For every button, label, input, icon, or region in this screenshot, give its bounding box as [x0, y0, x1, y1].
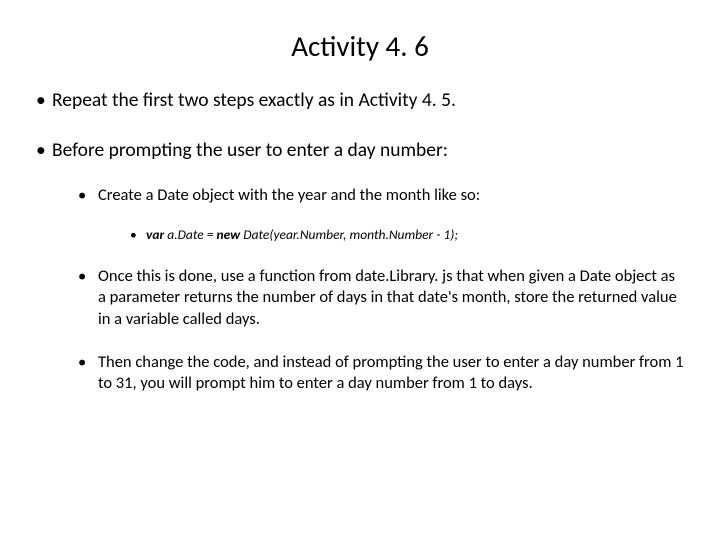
code-bullet-list: var a.Date = new Date(year.Number, month… — [128, 226, 684, 244]
sub-bullet-item: Create a Date object with the year and t… — [78, 185, 684, 244]
sub-bullet-list: Create a Date object with the year and t… — [78, 185, 684, 395]
code-text: Date(year.Number, month.Number - 1); — [240, 226, 458, 243]
slide-title: Activity 4. 6 — [36, 28, 684, 64]
sub-bullet-text: Create a Date object with the year and t… — [98, 185, 480, 205]
bullet-item: Before prompting the user to enter a day… — [36, 138, 684, 395]
code-keyword-var: var — [146, 226, 164, 243]
code-line: var a.Date = new Date(year.Number, month… — [128, 226, 684, 244]
code-keyword-new: new — [217, 226, 241, 243]
sub-bullet-item: Once this is done, use a function from d… — [78, 266, 684, 330]
sub-bullet-item: Then change the code, and instead of pro… — [78, 352, 684, 395]
bullet-item: Repeat the first two steps exactly as in… — [36, 88, 684, 112]
bullet-text: Before prompting the user to enter a day… — [52, 138, 448, 162]
bullet-list: Repeat the first two steps exactly as in… — [36, 88, 684, 395]
code-text: a.Date = — [164, 226, 216, 243]
